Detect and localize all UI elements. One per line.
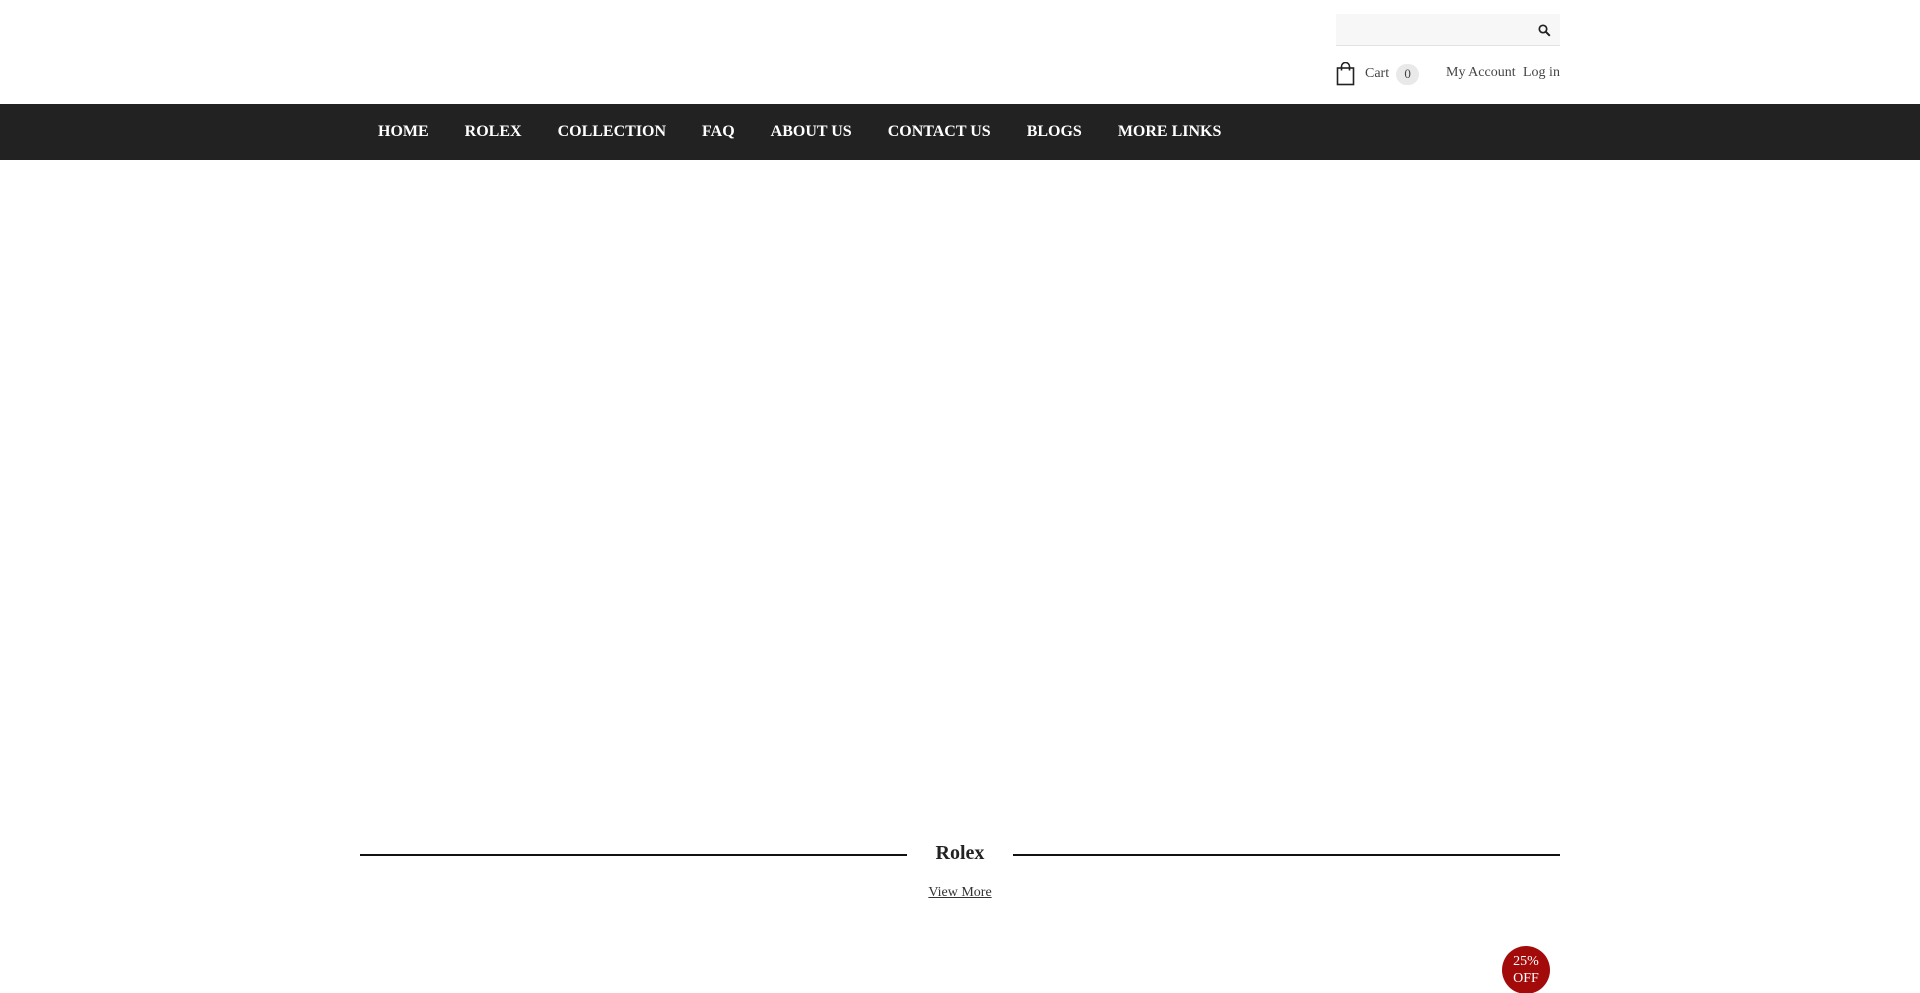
nav-item-more-links[interactable]: MORE LINKS xyxy=(1100,104,1240,160)
view-more-wrap: View More xyxy=(0,885,1920,901)
cart-label: Cart xyxy=(1365,66,1390,81)
account-row: Cart 0 My Account Log in xyxy=(1336,62,1560,86)
view-more-link[interactable]: View More xyxy=(928,885,991,900)
nav-list: HOME ROLEX COLLECTION FAQ ABOUT US CONTA… xyxy=(360,104,1239,160)
nav-item-about-us[interactable]: ABOUT US xyxy=(753,104,870,160)
search-icon xyxy=(1537,23,1551,37)
shopping-bag-icon xyxy=(1336,62,1355,86)
search-button[interactable] xyxy=(1528,14,1560,46)
my-account-link[interactable]: My Account xyxy=(1446,65,1516,81)
sale-badge: 25% OFF xyxy=(1502,946,1550,993)
cart-link[interactable]: Cart 0 xyxy=(1336,62,1420,86)
nav-item-faq[interactable]: FAQ xyxy=(684,104,753,160)
sale-badge-percent: 25% xyxy=(1513,954,1539,969)
nav-item-collection[interactable]: COLLECTION xyxy=(540,104,684,160)
nav-item-rolex[interactable]: ROLEX xyxy=(447,104,540,160)
sale-badge-off: OFF xyxy=(1513,971,1539,986)
nav-item-blogs[interactable]: BLOGS xyxy=(1009,104,1100,160)
site-header: Cart 0 My Account Log in xyxy=(0,0,1920,104)
section-title: Rolex xyxy=(935,842,985,864)
login-link[interactable]: Log in xyxy=(1523,65,1560,81)
cart-count-badge: 0 xyxy=(1396,63,1420,85)
search-box xyxy=(1336,14,1560,46)
nav-item-home[interactable]: HOME xyxy=(360,104,447,160)
main-navigation: HOME ROLEX COLLECTION FAQ ABOUT US CONTA… xyxy=(0,104,1920,160)
section-header: Rolex xyxy=(360,842,1560,868)
nav-item-contact-us[interactable]: CONTACT US xyxy=(870,104,1009,160)
search-input[interactable] xyxy=(1336,14,1526,45)
